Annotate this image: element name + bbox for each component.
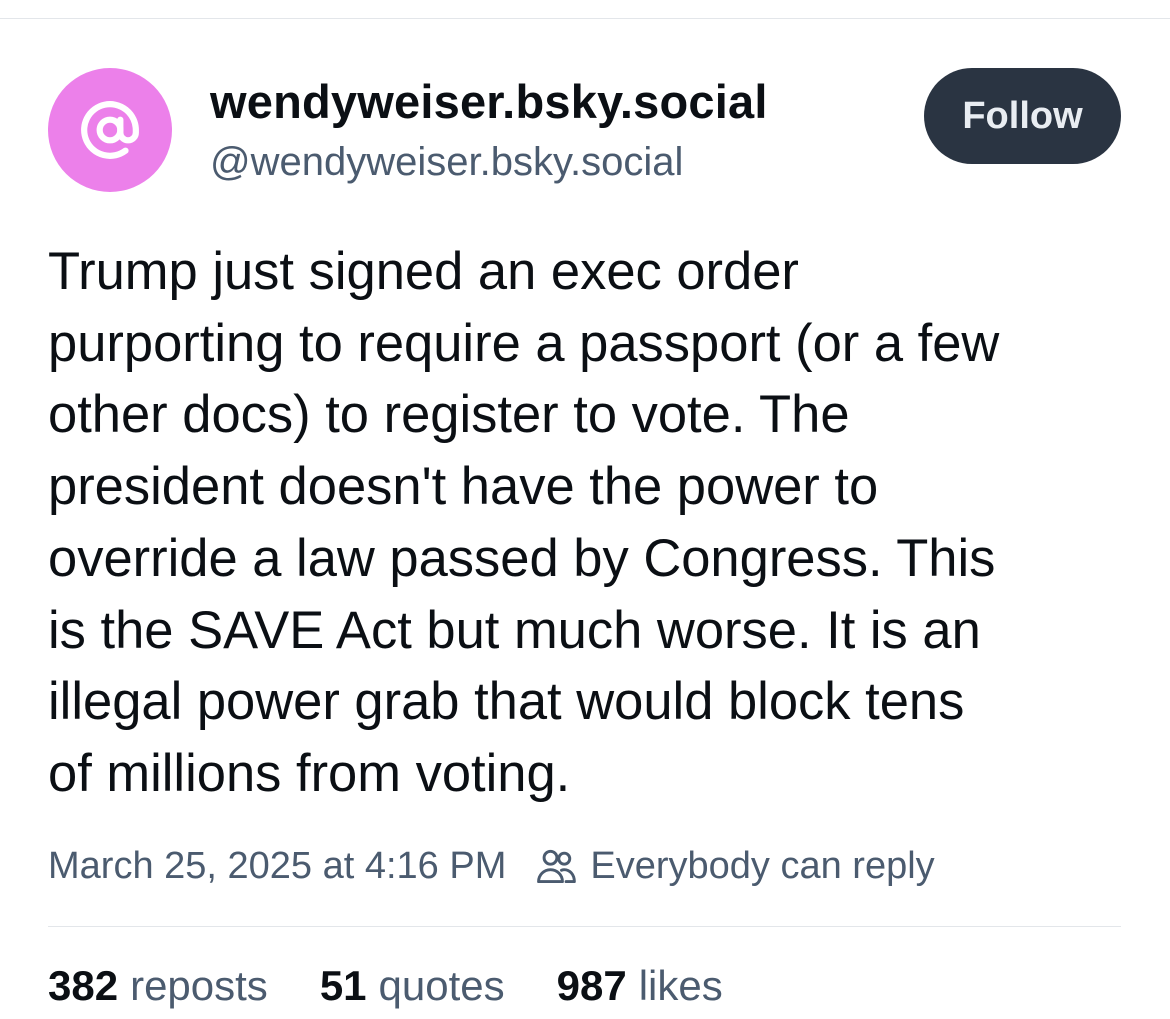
author-display-name[interactable]: wendyweiser.bsky.social: [210, 74, 768, 129]
people-icon: [537, 849, 577, 884]
at-sign-icon: [81, 101, 139, 159]
post-timestamp[interactable]: March 25, 2025 at 4:16 PM: [48, 845, 506, 888]
quotes-count: 51: [319, 962, 367, 1009]
top-divider: [0, 18, 1170, 19]
post-stats: 382 reposts 51 quotes 987 likes: [48, 962, 775, 1010]
reposts-label: reposts: [130, 962, 268, 1009]
follow-button[interactable]: Follow: [924, 68, 1121, 164]
avatar[interactable]: [48, 68, 172, 192]
reposts-count: 382: [48, 962, 119, 1009]
reply-setting: Everybody can reply: [534, 844, 935, 888]
likes-stat[interactable]: 987 likes: [557, 962, 723, 1010]
likes-label: likes: [638, 962, 723, 1009]
post-meta: March 25, 2025 at 4:16 PM Everybody can …: [48, 838, 935, 894]
quotes-label: quotes: [378, 962, 505, 1009]
likes-count: 987: [556, 962, 627, 1009]
stats-divider: [48, 926, 1121, 927]
post-text: Trump just signed an exec order purporti…: [48, 242, 1000, 803]
author-handle[interactable]: @wendyweiser.bsky.social: [210, 140, 683, 185]
reply-setting-label: Everybody can reply: [590, 844, 935, 887]
quotes-stat[interactable]: 51 quotes: [320, 962, 505, 1010]
reposts-stat[interactable]: 382 reposts: [48, 962, 268, 1010]
